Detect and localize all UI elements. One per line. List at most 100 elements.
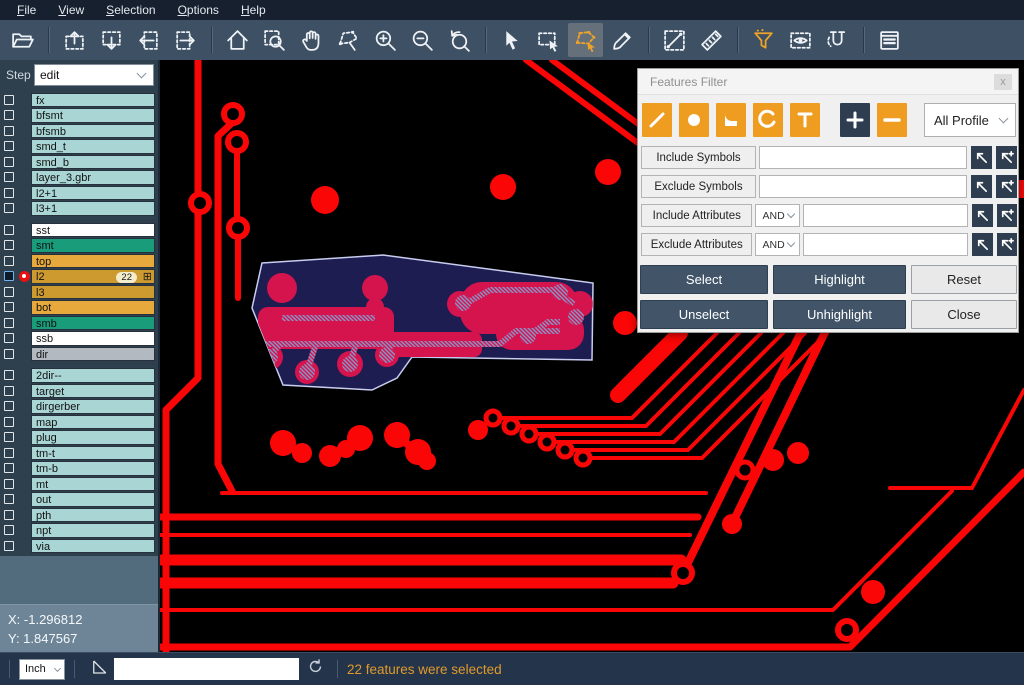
grid-icon[interactable]: ⊞ <box>143 270 152 284</box>
layer-visibility-checkbox[interactable] <box>4 203 14 213</box>
layer-name[interactable]: l222⊞ <box>31 269 155 284</box>
line-tool-button[interactable] <box>642 103 672 137</box>
layer-row-plug[interactable]: plug <box>0 430 158 446</box>
layer-visibility-checkbox[interactable] <box>4 126 14 136</box>
layer-name[interactable]: out <box>31 492 155 507</box>
layer-visibility-checkbox[interactable] <box>4 386 14 396</box>
zoom-polygon-button[interactable] <box>331 23 366 57</box>
layer-visibility-checkbox[interactable] <box>4 541 14 551</box>
command-input[interactable] <box>114 658 299 680</box>
layer-row-bot[interactable]: bot <box>0 300 158 316</box>
rect-select-button[interactable] <box>531 23 566 57</box>
layer-name[interactable]: ssb <box>31 331 155 346</box>
close-button[interactable]: Close <box>911 300 1017 329</box>
layer-row-smb[interactable]: smb <box>0 315 158 331</box>
reset-button[interactable]: Reset <box>911 265 1017 294</box>
layer-name[interactable]: l3+1 <box>31 201 155 216</box>
layer-name[interactable]: sst <box>31 223 155 238</box>
layer-row-top[interactable]: top <box>0 253 158 269</box>
layer-name[interactable]: l3 <box>31 285 155 300</box>
filter-label-button[interactable]: Include Symbols <box>641 146 756 169</box>
select-cursor-button[interactable] <box>494 23 529 57</box>
zoom-previous-button[interactable] <box>442 23 477 57</box>
ruler-button[interactable] <box>694 23 729 57</box>
layer-name[interactable]: smd_b <box>31 155 155 170</box>
and-or-select[interactable]: AND <box>755 204 800 227</box>
menu-view[interactable]: View <box>47 0 95 20</box>
layer-row-smd_t[interactable]: smd_t <box>0 139 158 155</box>
layer-name[interactable]: smt <box>31 238 155 253</box>
layer-visibility-checkbox[interactable] <box>4 256 14 266</box>
layer-name[interactable]: mt <box>31 477 155 492</box>
pick-add-from-canvas-button[interactable] <box>997 233 1017 256</box>
layer-visibility-checkbox[interactable] <box>4 494 14 504</box>
layer-name[interactable]: dir <box>31 347 155 362</box>
filter-label-button[interactable]: Include Attributes <box>641 204 752 227</box>
layer-visibility-checkbox[interactable] <box>4 271 14 281</box>
layer-visibility-checkbox[interactable] <box>4 172 14 182</box>
layer-name[interactable]: l2+1 <box>31 186 155 201</box>
pad-tool-button[interactable] <box>679 103 709 137</box>
remove-polarity-button[interactable] <box>877 103 907 137</box>
pick-from-canvas-button[interactable] <box>971 146 992 169</box>
snap-angle-icon[interactable] <box>90 658 108 681</box>
layer-visibility-checkbox[interactable] <box>4 525 14 535</box>
layer-row-dir[interactable]: dir <box>0 346 158 362</box>
arc-tool-button[interactable] <box>753 103 783 137</box>
layer-visibility-checkbox[interactable] <box>4 349 14 359</box>
surface-tool-button[interactable] <box>716 103 746 137</box>
unit-select[interactable]: Inch <box>19 659 65 680</box>
text-tool-button[interactable] <box>790 103 820 137</box>
layers-panel-button[interactable] <box>872 23 907 57</box>
unselect-button[interactable]: Unselect <box>640 300 768 329</box>
export-up-button[interactable] <box>57 23 92 57</box>
layer-row-smt[interactable]: smt <box>0 238 158 254</box>
pick-from-canvas-button[interactable] <box>971 175 992 198</box>
pan-right-button[interactable] <box>168 23 203 57</box>
layer-visibility-checkbox[interactable] <box>4 302 14 312</box>
layer-row-bfsmb[interactable]: bfsmb <box>0 123 158 139</box>
pan-left-button[interactable] <box>131 23 166 57</box>
layer-name[interactable]: map <box>31 415 155 430</box>
layer-row-map[interactable]: map <box>0 414 158 430</box>
layer-row-smd_b[interactable]: smd_b <box>0 154 158 170</box>
layer-name[interactable]: bfsmt <box>31 108 155 123</box>
layer-row-target[interactable]: target <box>0 383 158 399</box>
layer-visibility-checkbox[interactable] <box>4 463 14 473</box>
layer-visibility-checkbox[interactable] <box>4 432 14 442</box>
unhighlight-button[interactable]: Unhighlight <box>773 300 906 329</box>
layer-visibility-checkbox[interactable] <box>4 240 14 250</box>
polygon-select-button[interactable] <box>568 23 603 57</box>
layer-visibility-checkbox[interactable] <box>4 333 14 343</box>
layer-name[interactable]: via <box>31 539 155 554</box>
layer-name[interactable]: bfsmb <box>31 124 155 139</box>
layer-row-pth[interactable]: pth <box>0 507 158 523</box>
layer-visibility-checkbox[interactable] <box>4 370 14 380</box>
layer-row-ssb[interactable]: ssb <box>0 331 158 347</box>
pick-add-from-canvas-button[interactable] <box>996 146 1017 169</box>
filter-label-button[interactable]: Exclude Symbols <box>641 175 756 198</box>
filter-label-button[interactable]: Exclude Attributes <box>641 233 752 256</box>
open-folder-button[interactable] <box>5 23 40 57</box>
layer-row-dirgerber[interactable]: dirgerber <box>0 399 158 415</box>
layer-row-mt[interactable]: mt <box>0 476 158 492</box>
filter-value-input[interactable] <box>803 204 968 227</box>
layer-row-layer_3.gbr[interactable]: layer_3.gbr <box>0 170 158 186</box>
layer-row-npt[interactable]: npt <box>0 523 158 539</box>
layer-visibility-checkbox[interactable] <box>4 401 14 411</box>
filter-value-input[interactable] <box>759 146 967 169</box>
step-select[interactable]: edit <box>34 64 154 86</box>
layer-visibility-checkbox[interactable] <box>4 448 14 458</box>
import-down-button[interactable] <box>94 23 129 57</box>
menu-help[interactable]: Help <box>230 0 277 20</box>
filter-value-input[interactable] <box>803 233 968 256</box>
pan-hand-button[interactable] <box>294 23 329 57</box>
layer-row-out[interactable]: out <box>0 492 158 508</box>
zoom-in-button[interactable] <box>368 23 403 57</box>
layer-name[interactable]: target <box>31 384 155 399</box>
zoom-window-button[interactable] <box>257 23 292 57</box>
highlight-brush-button[interactable] <box>605 23 640 57</box>
layer-visibility-checkbox[interactable] <box>4 95 14 105</box>
layer-row-2dir--[interactable]: 2dir-- <box>0 368 158 384</box>
and-or-select[interactable]: AND <box>755 233 800 256</box>
